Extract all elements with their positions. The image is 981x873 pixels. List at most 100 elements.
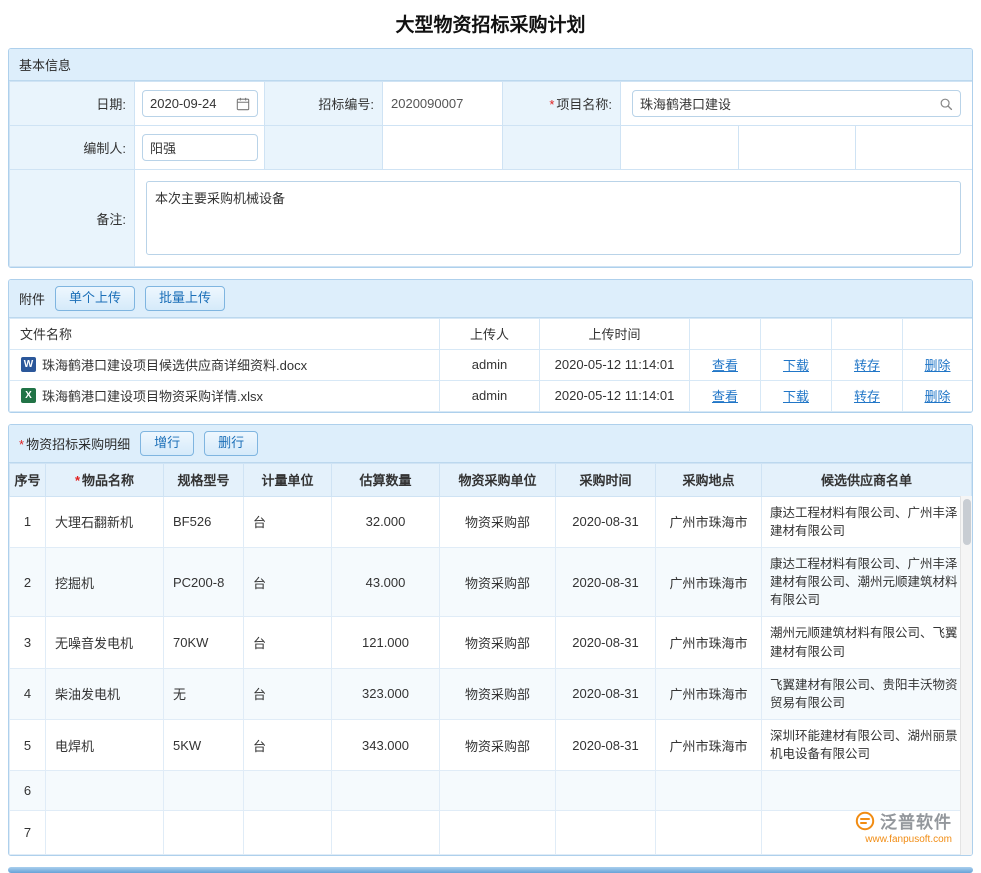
- remark-label: 备注:: [10, 170, 135, 267]
- col-header-no: 序号: [10, 463, 46, 496]
- table-row[interactable]: 2 挖掘机 PC200-8 台 43.000 物资采购部 2020-08-31 …: [10, 548, 972, 617]
- cell-name: [46, 771, 164, 811]
- word-doc-icon: W: [21, 357, 36, 372]
- cell-dept: 物资采购部: [440, 668, 556, 719]
- col-header-upload-time: 上传时间: [540, 318, 690, 349]
- col-header-unit: 计量单位: [244, 463, 332, 496]
- cell-place: 广州市珠海市: [656, 668, 762, 719]
- empty-label-cell: [503, 126, 621, 170]
- bid-no-label: 招标编号:: [265, 82, 383, 126]
- vertical-scrollbar[interactable]: [960, 496, 972, 855]
- cell-unit: [244, 771, 332, 811]
- cell-qty: [332, 811, 440, 855]
- author-label: 编制人:: [10, 126, 135, 170]
- upload-time-cell: 2020-05-12 11:14:01: [540, 349, 690, 380]
- excel-doc-icon: X: [21, 388, 36, 403]
- project-name-value: 珠海鹤港口建设: [640, 94, 731, 113]
- cell-place: [656, 811, 762, 855]
- single-upload-button[interactable]: 单个上传: [55, 286, 135, 311]
- basic-info-title: 基本信息: [19, 55, 71, 74]
- delete-link[interactable]: 删除: [924, 355, 950, 374]
- cell-unit: 台: [244, 548, 332, 617]
- cell-suppliers: 康达工程材料有限公司、广州丰泽建材有限公司: [762, 496, 972, 547]
- file-name: 珠海鹤港口建设项目物资采购详情.xlsx: [42, 386, 263, 405]
- cell-model: 5KW: [164, 719, 244, 770]
- view-link[interactable]: 查看: [712, 355, 738, 374]
- calendar-icon[interactable]: [236, 97, 250, 111]
- cell-place: 广州市珠海市: [656, 617, 762, 668]
- cell-place: 广州市珠海市: [656, 496, 762, 547]
- cell-time: [556, 771, 656, 811]
- table-row[interactable]: 5 电焊机 5KW 台 343.000 物资采购部 2020-08-31 广州市…: [10, 719, 972, 770]
- cell-time: 2020-08-31: [556, 719, 656, 770]
- cell-name: [46, 811, 164, 855]
- detail-table-wrap: 序号 *物品名称 规格型号 计量单位 估算数量 物资采购单位 采购时间 采购地点…: [9, 463, 972, 855]
- vertical-scrollbar-thumb[interactable]: [963, 499, 971, 545]
- cell-unit: 台: [244, 668, 332, 719]
- empty-value-cell: [621, 126, 739, 170]
- cell-place: 广州市珠海市: [656, 548, 762, 617]
- brand-name: 泛普软件: [880, 808, 952, 833]
- date-label: 日期:: [10, 82, 135, 126]
- author-input[interactable]: 阳强: [142, 134, 258, 161]
- table-row[interactable]: 4 柴油发电机 无 台 323.000 物资采购部 2020-08-31 广州市…: [10, 668, 972, 719]
- project-cell: 珠海鹤港口建设: [621, 82, 973, 126]
- search-icon[interactable]: [939, 97, 953, 111]
- table-row[interactable]: 3 无噪音发电机 70KW 台 121.000 物资采购部 2020-08-31…: [10, 617, 972, 668]
- cell-unit: [244, 811, 332, 855]
- col-header-action: [903, 318, 973, 349]
- basic-info-form: 日期: 2020-09-24 招标编号: 2020090007: [9, 81, 973, 267]
- uploader-cell: admin: [440, 349, 540, 380]
- col-header-uploader: 上传人: [440, 318, 540, 349]
- empty-value-cell: [383, 126, 503, 170]
- remark-textarea[interactable]: 本次主要采购机械设备: [146, 181, 961, 255]
- bid-no-value: 2020090007: [383, 82, 503, 126]
- required-asterisk: *: [549, 97, 554, 112]
- detail-title: *物资招标采购明细: [19, 434, 130, 453]
- table-row[interactable]: 1 大理石翻新机 BF526 台 32.000 物资采购部 2020-08-31…: [10, 496, 972, 547]
- cell-no: 7: [10, 811, 46, 855]
- remark-cell: 本次主要采购机械设备: [135, 170, 973, 267]
- table-row[interactable]: 6: [10, 771, 972, 811]
- table-row[interactable]: 7: [10, 811, 972, 855]
- cell-no: 6: [10, 771, 46, 811]
- col-header-suppliers: 候选供应商名单: [762, 463, 972, 496]
- cell-qty: 323.000: [332, 668, 440, 719]
- cell-no: 4: [10, 668, 46, 719]
- col-header-file-name: 文件名称: [10, 318, 440, 349]
- transfer-link[interactable]: 转存: [854, 386, 880, 405]
- col-header-action: [690, 318, 761, 349]
- col-header-place: 采购地点: [656, 463, 762, 496]
- download-link[interactable]: 下载: [783, 355, 809, 374]
- brand-watermark: 泛普软件 www.fanpusoft.com: [855, 808, 952, 845]
- author-cell: 阳强: [135, 126, 265, 170]
- cell-dept: 物资采购部: [440, 496, 556, 547]
- basic-info-header: 基本信息: [9, 49, 972, 81]
- delete-row-button[interactable]: 删行: [204, 431, 258, 456]
- date-input[interactable]: 2020-09-24: [142, 90, 258, 117]
- cell-dept: 物资采购部: [440, 617, 556, 668]
- horizontal-scrollbar[interactable]: [8, 867, 973, 873]
- project-name-input[interactable]: 珠海鹤港口建设: [632, 90, 961, 117]
- batch-upload-button[interactable]: 批量上传: [145, 286, 225, 311]
- download-link[interactable]: 下载: [783, 386, 809, 405]
- cell-time: 2020-08-31: [556, 617, 656, 668]
- cell-time: 2020-08-31: [556, 548, 656, 617]
- cell-dept: 物资采购部: [440, 548, 556, 617]
- detail-header-row: 序号 *物品名称 规格型号 计量单位 估算数量 物资采购单位 采购时间 采购地点…: [10, 463, 972, 496]
- delete-link[interactable]: 删除: [924, 386, 950, 405]
- date-value: 2020-09-24: [150, 96, 217, 111]
- col-header-dept: 物资采购单位: [440, 463, 556, 496]
- required-asterisk: *: [75, 473, 80, 488]
- add-row-button[interactable]: 增行: [140, 431, 194, 456]
- transfer-link[interactable]: 转存: [854, 355, 880, 374]
- col-header-model: 规格型号: [164, 463, 244, 496]
- project-label: 项目名称:: [556, 97, 612, 112]
- col-header-action: [761, 318, 832, 349]
- attachment-row: X 珠海鹤港口建设项目物资采购详情.xlsx admin 2020-05-12 …: [10, 380, 973, 411]
- cell-no: 2: [10, 548, 46, 617]
- cell-no: 5: [10, 719, 46, 770]
- cell-suppliers: [762, 771, 972, 811]
- cell-unit: 台: [244, 496, 332, 547]
- view-link[interactable]: 查看: [712, 386, 738, 405]
